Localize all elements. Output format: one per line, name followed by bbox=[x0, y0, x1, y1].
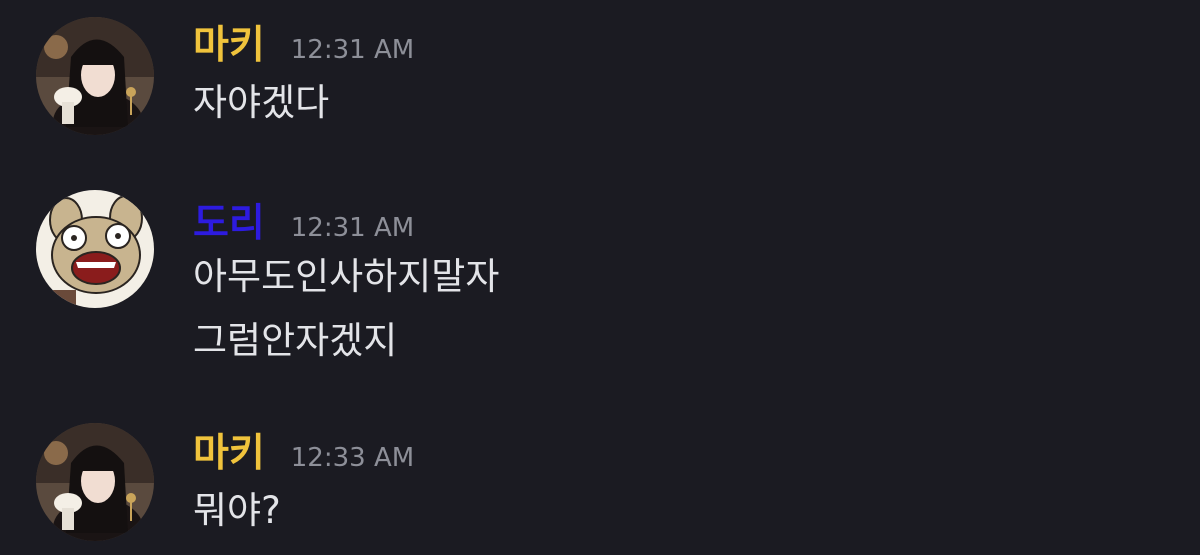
timestamp: 12:31 AM bbox=[290, 35, 415, 65]
message-header: 도리 12:31 AM bbox=[193, 194, 414, 254]
avatar[interactable] bbox=[36, 17, 154, 135]
user-photo-icon bbox=[36, 423, 154, 541]
message-header: 마키 12:31 AM bbox=[193, 16, 414, 76]
avatar[interactable] bbox=[36, 190, 154, 308]
user-photo-icon bbox=[36, 17, 154, 135]
username[interactable]: 도리 bbox=[193, 194, 265, 254]
cartoon-rabbit-icon bbox=[36, 190, 154, 308]
avatar[interactable] bbox=[36, 423, 154, 541]
message-text: 그럼안자겠지 bbox=[193, 319, 398, 362]
timestamp: 12:31 AM bbox=[290, 213, 415, 243]
username[interactable]: 마키 bbox=[193, 424, 265, 484]
message-text: 자야겠다 bbox=[193, 81, 330, 124]
username[interactable]: 마키 bbox=[193, 16, 265, 76]
chat-message-list: 마키 12:31 AM 자야겠다 도리 12:31 AM 아무도인사하지말자 그… bbox=[0, 0, 1200, 555]
message-header: 마키 12:33 AM bbox=[193, 424, 414, 484]
message-text: 뭐야? bbox=[193, 489, 281, 532]
timestamp: 12:33 AM bbox=[290, 443, 415, 473]
message-text: 아무도인사하지말자 bbox=[193, 255, 500, 298]
